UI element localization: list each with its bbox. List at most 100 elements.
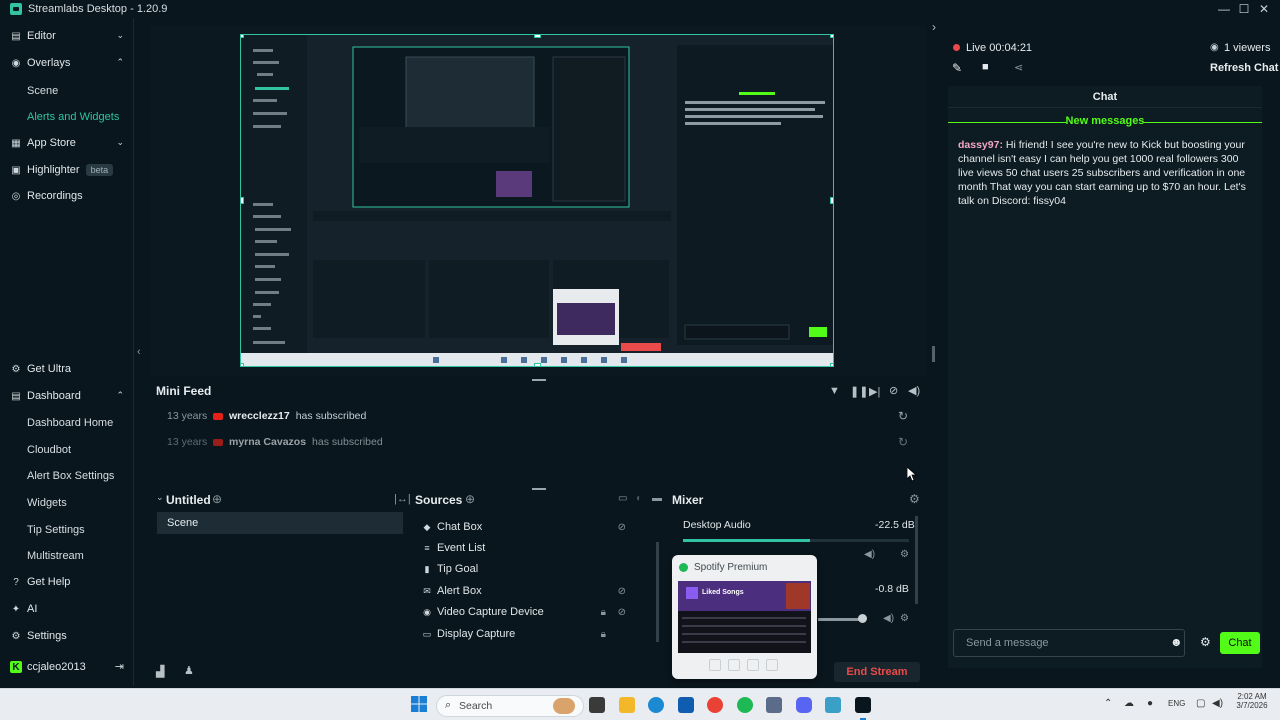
task-view-icon[interactable]: [589, 697, 605, 713]
panel-divider-handle[interactable]: [532, 379, 546, 381]
volume-slider-thumb[interactable]: [858, 614, 867, 623]
play-icon[interactable]: [747, 659, 759, 671]
resize-handle-t[interactable]: [534, 35, 541, 38]
gear-icon[interactable]: ⚙: [900, 549, 909, 560]
volume-icon[interactable]: ◀): [883, 613, 894, 624]
refresh-chat-button[interactable]: Refresh Chat: [1210, 62, 1278, 74]
store-icon[interactable]: [678, 697, 694, 713]
visibility-hidden-icon[interactable]: ⊘: [618, 522, 626, 533]
gear-icon[interactable]: ⚙: [900, 613, 909, 624]
maximize-button[interactable]: ☐: [1236, 1, 1252, 17]
network-app-icon[interactable]: [825, 697, 841, 713]
stats-icon[interactable]: ▟: [156, 665, 164, 678]
resize-handle-bl[interactable]: [241, 363, 244, 366]
sidebar-item-dashboard[interactable]: ▤ Dashboard ⌃: [0, 385, 134, 407]
close-button[interactable]: ✕: [1256, 1, 1272, 17]
share-icon[interactable]: ⋖: [1014, 61, 1023, 74]
resize-handle[interactable]: [932, 346, 935, 362]
sidebar-item-tip-settings[interactable]: Tip Settings: [27, 524, 85, 536]
replay-icon[interactable]: ↻: [898, 435, 908, 449]
taskbar-search[interactable]: ⌕ Search: [436, 695, 584, 717]
sidebar-item-recordings[interactable]: ◎ Recordings: [0, 185, 134, 207]
collapse-left-icon[interactable]: ‹: [137, 346, 141, 358]
mute-alerts-icon[interactable]: ⊘: [889, 384, 898, 397]
collapse-scenes-icon[interactable]: ⌄: [156, 492, 164, 503]
collapse-right-icon[interactable]: ›: [932, 20, 936, 34]
chat-input[interactable]: Send a message ☻: [953, 629, 1185, 657]
mixer-scrollbar[interactable]: [915, 516, 918, 604]
sidebar-item-alerts-widgets[interactable]: Alerts and Widgets: [27, 111, 119, 123]
chat-username[interactable]: dassy97:: [958, 139, 1003, 151]
cloud-icon[interactable]: ☁: [1124, 698, 1134, 709]
visibility-hidden-icon[interactable]: ⊘: [618, 607, 626, 618]
add-scene-icon[interactable]: ⊕: [212, 492, 222, 506]
sidebar-item-alert-box-settings[interactable]: Alert Box Settings: [27, 470, 114, 482]
visibility-hidden-icon[interactable]: ⊘: [618, 586, 626, 597]
resize-handle-br[interactable]: [830, 363, 833, 366]
sidebar-item-get-help[interactable]: ? Get Help: [0, 571, 134, 593]
gear-icon[interactable]: ⚙: [909, 492, 920, 506]
sidebar-item-scene[interactable]: Scene: [27, 85, 58, 97]
sidebar-item-account[interactable]: K ccjaleo2013 ⇥: [0, 656, 134, 678]
replay-icon[interactable]: ↻: [898, 409, 908, 423]
sidebar-item-overlays[interactable]: ◉ Overlays ⌃: [0, 52, 134, 74]
clock[interactable]: 2:02 AM 3/7/2026: [1236, 692, 1268, 710]
like-icon[interactable]: [709, 659, 721, 671]
source-item[interactable]: ◆ Chat Box ⊘: [420, 517, 640, 537]
file-explorer-icon[interactable]: [619, 697, 635, 713]
notifications-icon[interactable]: ♟: [184, 664, 194, 677]
streamlabs-icon[interactable]: [855, 697, 871, 713]
send-chat-button[interactable]: Chat: [1220, 632, 1260, 654]
next-icon[interactable]: [766, 659, 778, 671]
resize-handle-tl[interactable]: [241, 35, 244, 38]
folder-icon[interactable]: ▬: [652, 493, 662, 504]
sidebar-item-ai[interactable]: ✦ AI: [0, 598, 134, 620]
lock-icon[interactable]: 🔒︎: [601, 629, 606, 640]
speaker-icon[interactable]: ◀): [1212, 698, 1223, 709]
scene-collection-title[interactable]: Untitled: [166, 493, 211, 507]
previous-icon[interactable]: [728, 659, 740, 671]
sidebar-item-app-store[interactable]: ▦ App Store ⌄: [0, 132, 134, 154]
sidebar-item-widgets[interactable]: Widgets: [27, 497, 67, 509]
edge-icon[interactable]: [648, 697, 664, 713]
spotify-thumbnail-popup[interactable]: Spotify Premium Liked Songs: [672, 555, 817, 679]
source-item[interactable]: ▮ Tip Goal: [420, 559, 640, 579]
scene-transition-icon[interactable]: |↔|: [394, 493, 411, 505]
source-item[interactable]: ◉ Video Capture Device 🔒︎ ⊘: [420, 602, 640, 622]
source-item[interactable]: ≡ Event List: [420, 538, 640, 558]
logout-icon[interactable]: ⇥: [115, 660, 124, 673]
lock-icon[interactable]: 🔒︎: [601, 607, 606, 618]
sidebar-item-settings[interactable]: ⚙ Settings: [0, 625, 134, 647]
language-indicator[interactable]: ENG: [1168, 699, 1185, 708]
minimize-button[interactable]: —: [1216, 1, 1232, 17]
sidebar-item-dashboard-home[interactable]: Dashboard Home: [27, 417, 113, 429]
sidebar-item-highlighter[interactable]: ▣ Highlighter beta: [0, 159, 134, 181]
resize-handle-l[interactable]: [241, 197, 244, 204]
volume-icon[interactable]: ◀): [908, 384, 920, 397]
group-icon[interactable]: ◐: [636, 493, 642, 504]
sidebar-item-multistream[interactable]: Multistream: [27, 550, 84, 562]
panel-divider-handle[interactable]: [532, 488, 546, 490]
sidebar-item-cloudbot[interactable]: Cloudbot: [27, 444, 71, 456]
end-stream-button[interactable]: End Stream: [834, 662, 920, 682]
resize-handle-b[interactable]: [534, 363, 541, 366]
discord-icon[interactable]: [796, 697, 812, 713]
sources-scrollbar[interactable]: [656, 542, 659, 642]
display-capture-source[interactable]: [240, 34, 834, 367]
sidebar-item-get-ultra[interactable]: ⚙ Get Ultra: [0, 358, 134, 380]
add-source-icon[interactable]: ⊕: [465, 492, 475, 506]
source-transitions-icon[interactable]: ▭: [618, 493, 627, 504]
source-item[interactable]: ▭ Display Capture 🔒︎: [420, 624, 640, 644]
chevron-up-icon[interactable]: ⌃: [1104, 698, 1112, 709]
edit-stream-info-icon[interactable]: ✎: [952, 61, 962, 75]
volume-slider[interactable]: [818, 618, 862, 621]
chrome-icon[interactable]: [707, 697, 723, 713]
filter-icon[interactable]: ▼: [829, 385, 840, 397]
emoji-icon[interactable]: ☻: [1170, 635, 1183, 649]
pause-icon[interactable]: ❚❚: [850, 385, 868, 398]
skip-icon[interactable]: ▶|: [869, 385, 880, 398]
network-icon[interactable]: ▢: [1196, 698, 1205, 709]
app-icon[interactable]: [766, 697, 782, 713]
resize-handle-r[interactable]: [830, 197, 833, 204]
spotify-icon[interactable]: [737, 697, 753, 713]
